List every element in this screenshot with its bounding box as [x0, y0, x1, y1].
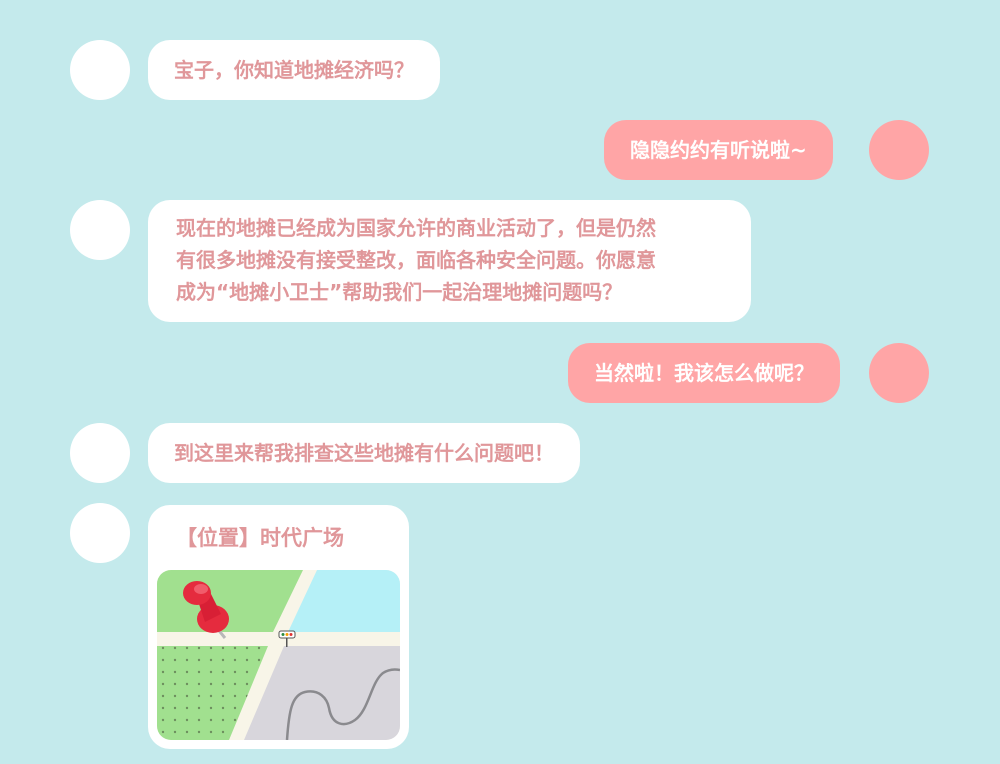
location-card[interactable]: 【位置】时代广场 — [148, 505, 409, 749]
chat-bubble-incoming: 宝子，你知道地摊经济吗？ — [148, 40, 440, 100]
chat-bubble-outgoing: 隐隐约约有听说啦~ — [604, 120, 833, 180]
message-line: 成为“地摊小卫士”帮助我们一起治理地摊问题吗？ — [176, 280, 623, 304]
chat-bubble-incoming: 现在的地摊已经成为国家允许的商业活动了，但是仍然 有很多地摊没有接受整改，面临各… — [148, 200, 751, 322]
chat-bubble-outgoing: 当然啦！我该怎么做呢？ — [568, 343, 840, 403]
map-thumbnail[interactable] — [157, 570, 400, 740]
message-text: 到这里来帮我排查这些地摊有什么问题吧！ — [174, 441, 554, 465]
message-text: 当然啦！我该怎么做呢？ — [594, 361, 814, 385]
chat-bubble-incoming: 到这里来帮我排查这些地摊有什么问题吧！ — [148, 423, 580, 483]
location-label: 【位置】时代广场 — [176, 526, 344, 550]
avatar-other — [70, 423, 130, 483]
message-line: 现在的地摊已经成为国家允许的商业活动了，但是仍然 — [176, 216, 656, 240]
message-text: 隐隐约约有听说啦~ — [630, 138, 807, 162]
avatar-self — [869, 120, 929, 180]
avatar-other — [70, 503, 130, 563]
message-text: 宝子，你知道地摊经济吗？ — [174, 58, 414, 82]
message-line: 有很多地摊没有接受整改，面临各种安全问题。你愿意 — [176, 248, 656, 272]
avatar-other — [70, 40, 130, 100]
avatar-self — [869, 343, 929, 403]
avatar-other — [70, 200, 130, 260]
